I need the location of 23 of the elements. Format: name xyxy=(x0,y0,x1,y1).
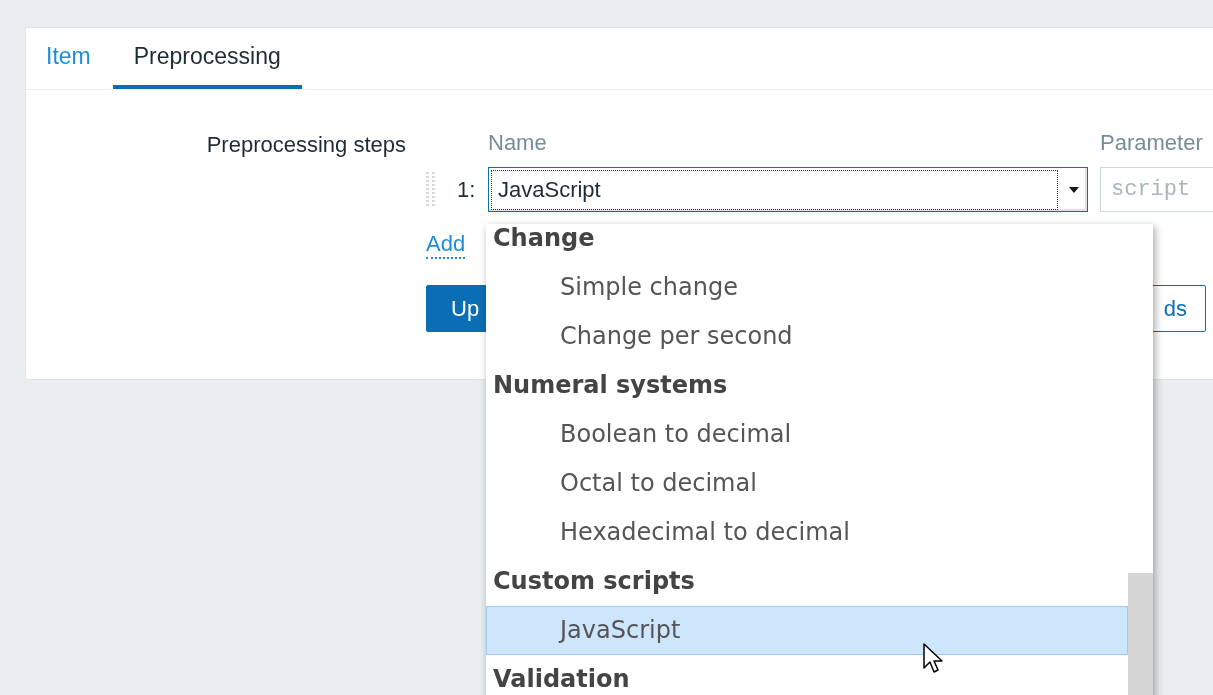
parameter-input[interactable]: script xyxy=(1100,167,1213,212)
drag-handle-icon[interactable] xyxy=(426,171,436,208)
name-select[interactable]: JavaScript xyxy=(488,167,1088,212)
dropdown-option[interactable]: Simple change xyxy=(486,263,1128,312)
column-header: Name xyxy=(488,130,548,157)
group-header: Custom scripts xyxy=(492,566,695,597)
scrollbar[interactable] xyxy=(1128,224,1153,695)
step-number: 1: xyxy=(457,176,477,203)
group-header: Change xyxy=(492,224,595,254)
dropdown-option[interactable]: JavaScript xyxy=(486,606,1128,655)
group-header: Validation xyxy=(492,664,630,695)
dropdown-option[interactable]: Hexadecimal to decimal xyxy=(486,508,1128,557)
add-link[interactable]: Add xyxy=(426,231,466,260)
field-label: Preprocessing steps xyxy=(205,131,406,159)
mouse-pointer-icon xyxy=(923,643,945,675)
tab[interactable]: Preprocessing xyxy=(112,28,302,89)
tab[interactable]: Item xyxy=(34,28,103,89)
dropdown-option[interactable]: Change per second xyxy=(486,312,1128,361)
caret-icon xyxy=(1068,185,1080,194)
column-header: Parameter xyxy=(1100,130,1203,157)
dropdown-option[interactable]: Boolean to decimal xyxy=(486,410,1128,459)
group-header: Numeral systems xyxy=(492,370,728,401)
dropdown-option[interactable]: Octal to decimal xyxy=(486,459,1128,508)
